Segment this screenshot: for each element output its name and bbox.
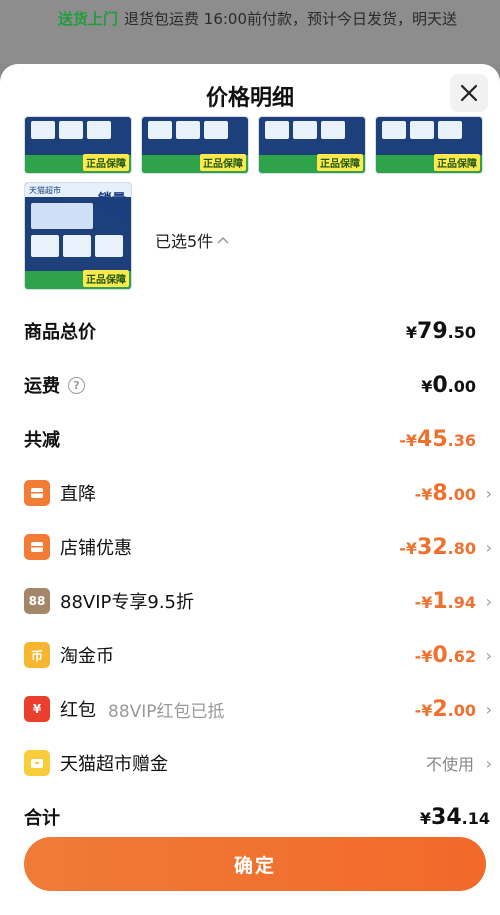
row-label: 88VIP专享9.5折 [60,592,195,613]
chevron-right-icon: › [485,645,492,665]
reduced-amount: -¥45.36 [399,426,476,452]
selected-count: 已选5件 [155,232,214,251]
hongbao-amount: -¥2.00 [414,696,476,722]
shipping-amount: ¥0.00 [421,372,476,398]
row-shipping: 运费 ? ¥0.00 [24,365,490,405]
product-thumb-3[interactable]: 正品保障 [258,116,366,174]
thumb-badge: 正品保障 [317,154,363,171]
store-discount-amount: -¥32.80 [399,534,476,560]
vip-discount-amount: -¥1.94 [414,588,476,614]
row-label: 店铺优惠 [60,538,132,559]
delivery-tag: 送货上门 [58,10,119,28]
row-label: 天猫超市赠金 [60,754,168,775]
chevron-right-icon: › [485,753,492,773]
row-label: 红包 [60,700,96,721]
red-packet-icon: ¥ [24,696,50,722]
taojin-amount: -¥0.62 [414,642,476,668]
thumb-badge: 正品保障 [83,270,129,287]
status-banner: 送货上门 退货包运费 16:00前付款，预计今日发货，明天送 [0,0,500,64]
chevron-right-icon: › [485,591,492,611]
thumb-badge: 正品保障 [434,154,480,171]
selected-count-toggle[interactable]: 已选5件 [155,228,229,252]
gift-balance-value: 不使用 [425,755,474,774]
goods-total-amount: ¥79.50 [405,318,476,344]
row-sum: 合计 ¥34.14 [24,797,490,837]
chevron-up-icon [217,236,229,244]
row-hongbao[interactable]: ¥ 红包 88VIP红包已抵 -¥2.00 › [24,689,492,729]
store-coupon-icon [24,534,50,560]
row-total-reduced: 共减 -¥45.36 [24,419,490,459]
row-label: 合计 [24,808,60,829]
delivery-info: 退货包运费 16:00前付款，预计今日发货，明天送 [124,10,458,28]
direct-discount-amount: -¥8.00 [414,480,476,506]
coin-icon: 币 [24,642,50,668]
row-store-discount[interactable]: 店铺优惠 -¥32.80 › [24,527,492,567]
row-gift-balance[interactable]: 天猫超市赠金 不使用 › [24,743,492,783]
sum-amount: ¥34.14 [419,804,490,830]
price-detail-sheet: 价格明细 正品保障 正品保障 正品保障 正品保障 天猫超市 锁量不漏 正品保障 … [0,64,500,915]
chevron-right-icon: › [485,699,492,719]
row-taojinbi[interactable]: 币 淘金币 -¥0.62 › [24,635,492,675]
sheet-title: 价格明细 [205,86,294,111]
row-88vip[interactable]: 88 88VIP专享9.5折 -¥1.94 › [24,581,492,621]
product-thumb-4[interactable]: 正品保障 [375,116,483,174]
chevron-right-icon: › [485,483,492,503]
product-thumb-2[interactable]: 正品保障 [141,116,249,174]
thumb-badge: 正品保障 [83,154,129,171]
ticket-icon [24,480,50,506]
close-button[interactable] [450,74,488,112]
close-icon [460,84,478,102]
row-label: 运费 [24,376,60,397]
row-label: 商品总价 [24,322,96,343]
row-label: 淘金币 [60,646,114,667]
chevron-right-icon: › [485,537,492,557]
info-icon[interactable]: ? [68,376,85,394]
row-label: 直降 [60,484,96,505]
product-thumb-1[interactable]: 正品保障 [24,116,132,174]
row-sub-label: 88VIP红包已抵 [108,701,225,722]
confirm-button[interactable]: 确定 [24,837,486,891]
gift-card-icon [24,750,50,776]
thumb-brand: 天猫超市 [29,186,61,195]
thumb-lock-text: 锁量不漏 [98,192,126,223]
vip-88-icon: 88 [24,588,50,614]
product-thumb-5[interactable]: 天猫超市 锁量不漏 正品保障 [24,182,132,290]
row-label: 共减 [24,430,60,451]
row-goods-total: 商品总价 ¥79.50 [24,311,490,351]
row-direct-discount[interactable]: 直降 -¥8.00 › [24,473,492,513]
thumb-badge: 正品保障 [200,154,246,171]
